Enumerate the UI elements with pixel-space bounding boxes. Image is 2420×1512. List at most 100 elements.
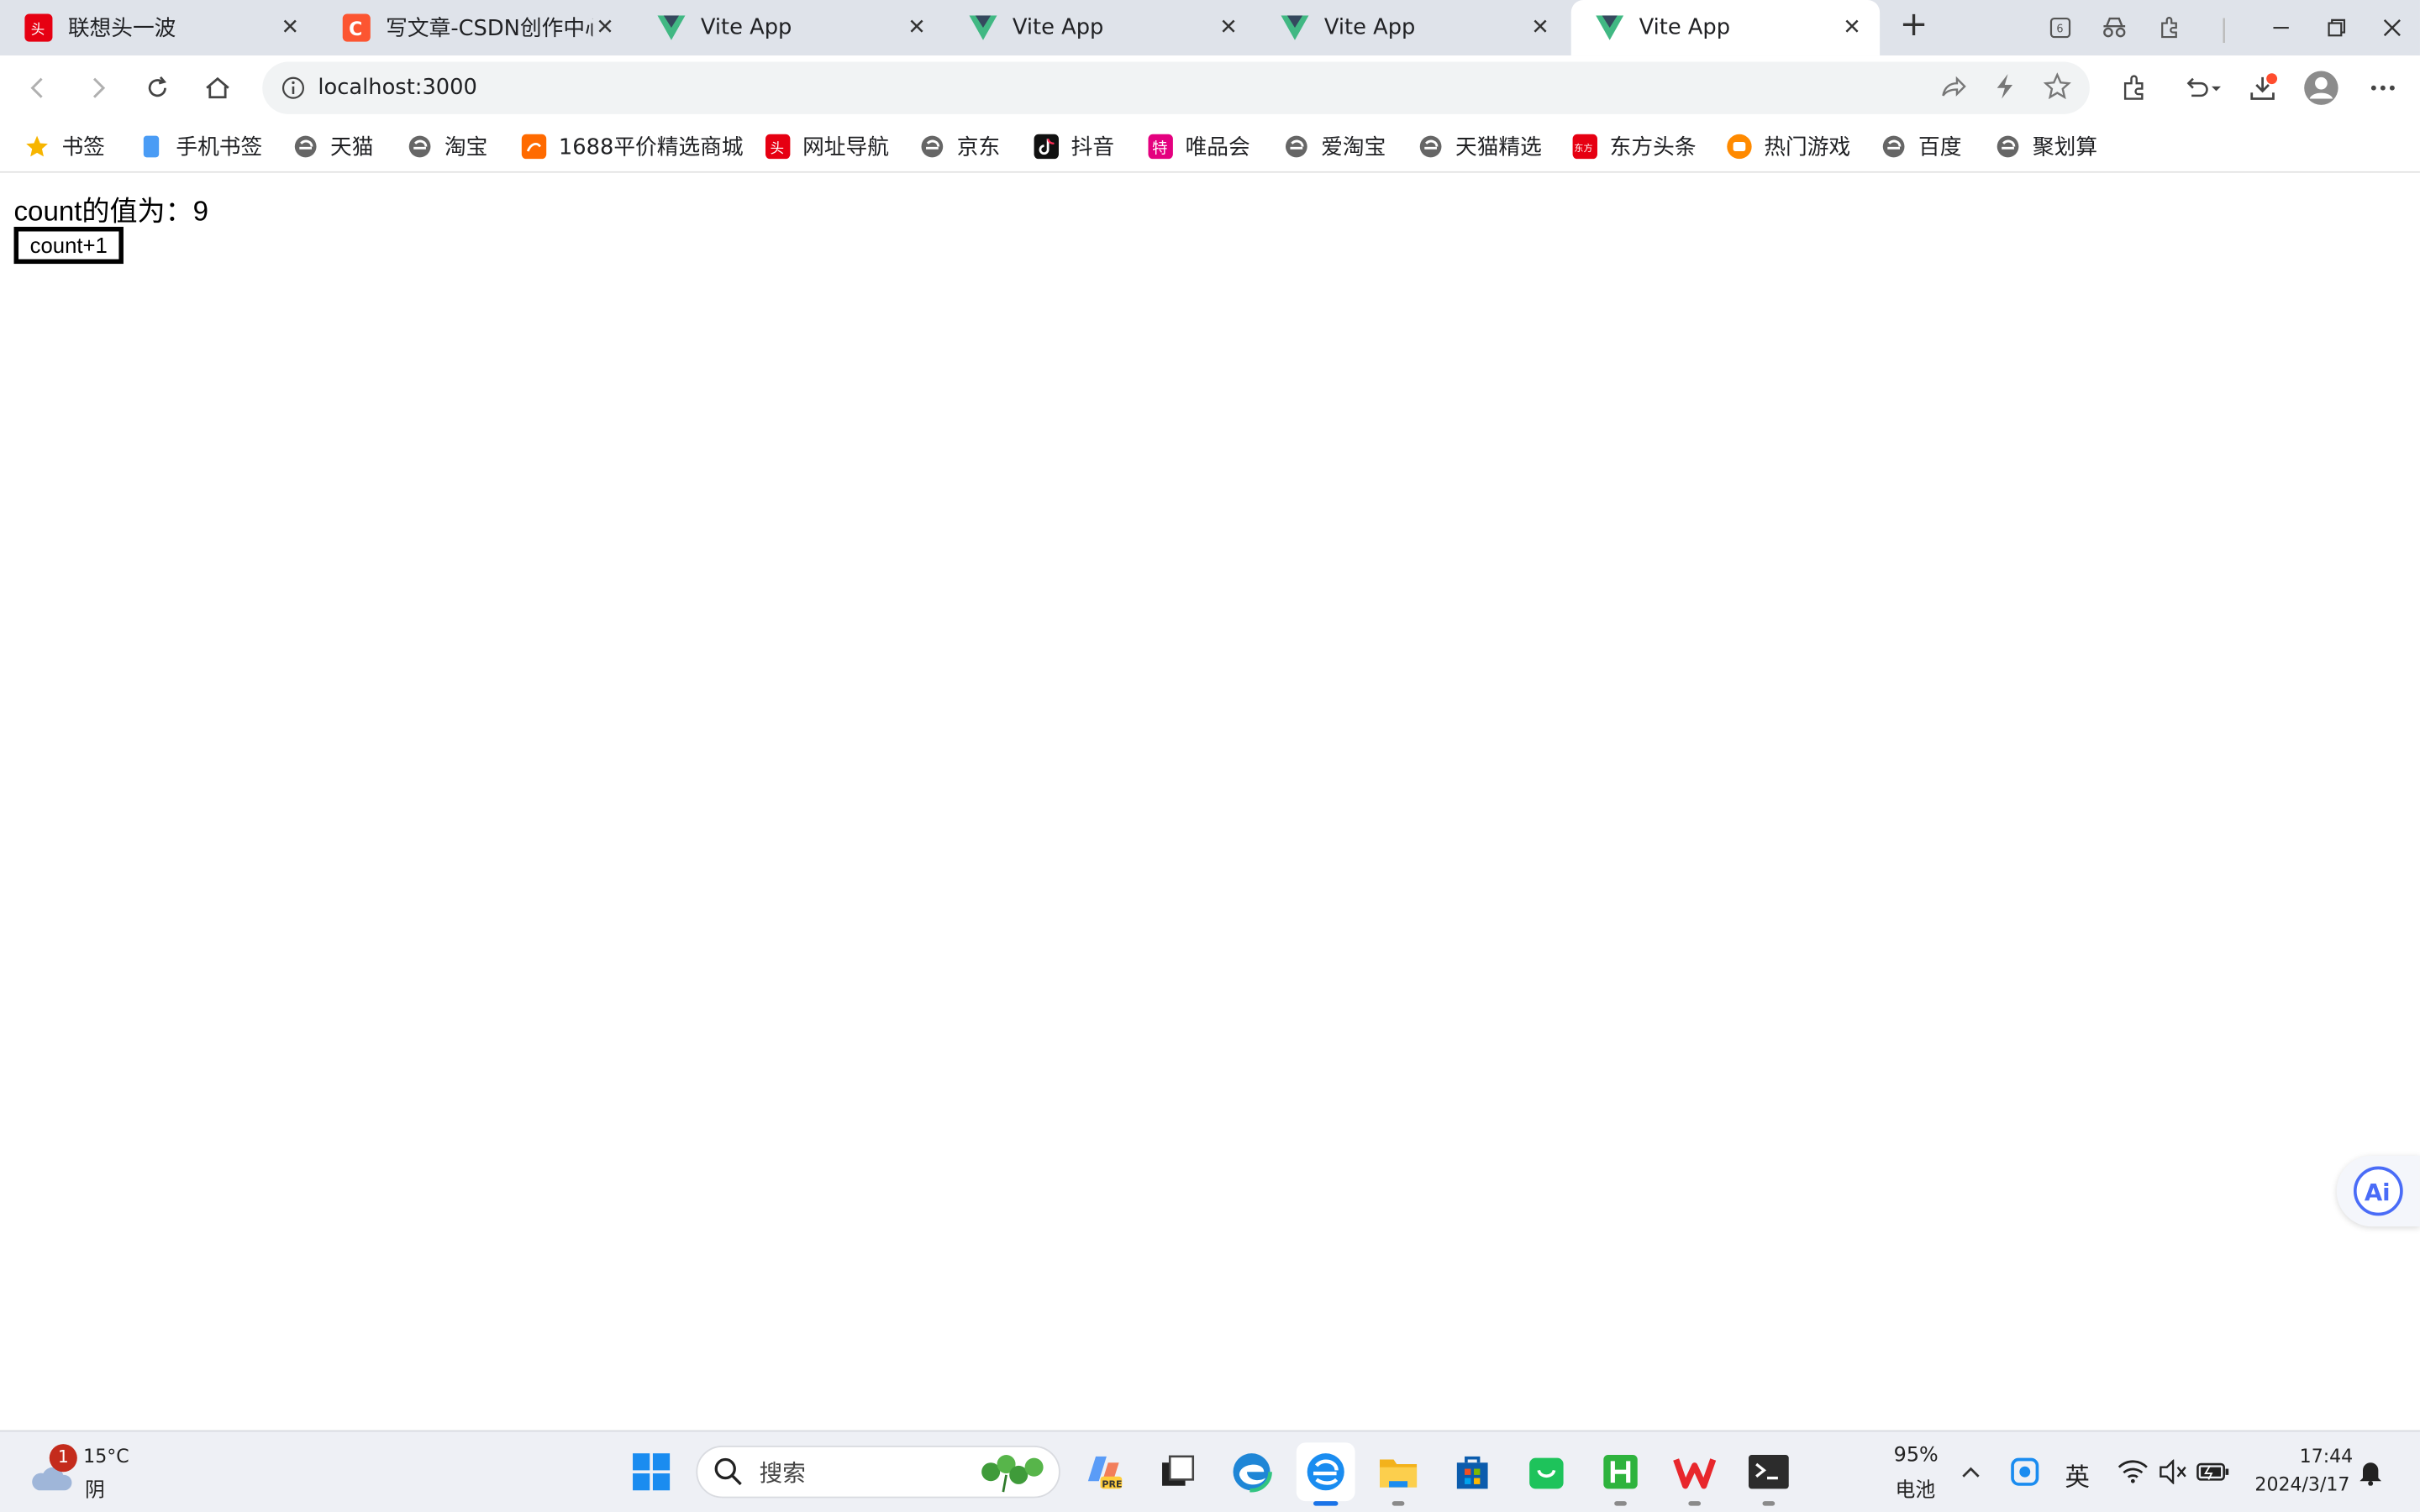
bookmark-item[interactable]: 百度 [1881, 129, 1961, 163]
bookmark-item[interactable]: 书签 [24, 129, 105, 163]
minimize-icon[interactable] [2260, 0, 2302, 55]
battery-label: 电池 [1895, 1479, 1936, 1503]
svg-text:PRE: PRE [1102, 1479, 1122, 1490]
close-icon[interactable]: ✕ [278, 15, 302, 39]
bookmark-item[interactable]: 手机书签 [139, 129, 262, 163]
bookmark-item[interactable]: 头 网址导航 [765, 129, 889, 163]
clock-time[interactable]: 17:44 [2300, 1446, 2354, 1467]
vip-icon: 特 [1148, 134, 1173, 160]
ime-indicator[interactable]: 英 [2065, 1457, 2090, 1494]
forward-arrow-icon[interactable] [77, 68, 118, 108]
running-indicator [1688, 1501, 1702, 1506]
avatar-icon[interactable] [2302, 68, 2342, 108]
clover-icon [981, 1455, 1044, 1493]
wps-icon[interactable] [1667, 1444, 1723, 1506]
close-icon[interactable]: ✕ [904, 15, 929, 39]
bookmark-item[interactable]: 热门游戏 [1727, 129, 1850, 163]
bookmark-item[interactable]: 1688平价精选商城 [521, 129, 744, 163]
edge-icon[interactable] [1224, 1444, 1280, 1499]
tab-title: Vite App [700, 15, 792, 40]
tab-title: Vite App [1639, 15, 1731, 40]
screen: 头 联想头一波 ✕ C 写文章-CSDN创作中心 ✕ Vite App ✕ Vi… [0, 0, 2420, 1512]
svg-text:Ai: Ai [2365, 1179, 2391, 1206]
home-icon[interactable] [197, 68, 238, 108]
file-explorer-icon[interactable] [1370, 1444, 1426, 1506]
bookmark-item[interactable]: 京东 [920, 129, 1000, 163]
shopping-bag-icon[interactable] [1518, 1444, 1574, 1499]
incognito-icon[interactable] [2093, 0, 2136, 55]
tab-vite-active[interactable]: Vite App ✕ [1570, 0, 1881, 56]
tab-lenovo[interactable]: 头 联想头一波 ✕ [0, 0, 318, 55]
download-icon[interactable] [2243, 68, 2283, 108]
task-view-icon[interactable] [1150, 1444, 1205, 1499]
tab-count-icon[interactable]: 6 [2040, 0, 2081, 55]
bell-icon[interactable] [2349, 1444, 2391, 1499]
site-info-icon[interactable] [281, 76, 305, 100]
page-content: count的值为：9 count+1 Ai [0, 174, 2420, 1431]
e-browser-taskbar-icon[interactable] [1296, 1442, 1355, 1506]
increment-button[interactable]: count+1 [13, 226, 124, 265]
bookmark-label: 天猫 [330, 135, 374, 161]
search-placeholder: 搜索 [759, 1458, 806, 1487]
back-arrow-icon[interactable] [18, 68, 59, 108]
terminal-icon[interactable] [1741, 1444, 1797, 1506]
hbuilder-icon[interactable] [1592, 1444, 1648, 1506]
taskbar-search[interactable]: 搜索 [696, 1445, 1060, 1499]
game-icon [1727, 134, 1752, 160]
copilot-icon[interactable]: PRE [1076, 1444, 1131, 1499]
share-icon[interactable] [1939, 72, 1970, 103]
svg-text:东方: 东方 [1574, 142, 1592, 154]
more-menu-icon[interactable] [2363, 68, 2403, 108]
tab-vite-1[interactable]: Vite App ✕ [633, 0, 944, 55]
bookmark-item[interactable]: 淘宝 [408, 129, 487, 163]
close-window-icon[interactable] [2370, 0, 2413, 55]
undo-menu-icon[interactable] [2176, 68, 2228, 108]
bookmark-item[interactable]: 东方 东方头条 [1572, 129, 1697, 163]
bookmark-label: 手机书签 [176, 135, 263, 161]
star-icon [24, 134, 49, 159]
running-indicator [1392, 1501, 1405, 1506]
tray-app-icon[interactable] [2003, 1444, 2046, 1499]
star-icon[interactable] [2043, 72, 2075, 103]
start-icon[interactable] [623, 1444, 679, 1499]
bookmark-item[interactable]: 天猫 [293, 129, 374, 163]
close-icon[interactable]: ✕ [1216, 15, 1240, 39]
svg-text:头: 头 [771, 140, 785, 156]
phone-icon [139, 134, 163, 159]
weather-widget[interactable]: 1 15°C 阴 [28, 1444, 151, 1503]
weather-temp: 15°C [83, 1445, 129, 1467]
lightning-icon[interactable] [1991, 72, 2022, 103]
extensions-icon[interactable] [2114, 68, 2154, 108]
bookmark-item[interactable]: 天猫精选 [1418, 129, 1542, 163]
tab-csdn[interactable]: C 写文章-CSDN创作中心 ✕ [318, 0, 633, 55]
tab-vite-3[interactable]: Vite App ✕ [1256, 0, 1568, 55]
lenovo-icon: 头 [24, 13, 53, 42]
search-icon [714, 1457, 742, 1486]
clock-date[interactable]: 2024/3/17 [2254, 1473, 2349, 1495]
bookmark-item[interactable]: 抖音 [1034, 129, 1114, 163]
close-icon[interactable]: ✕ [1839, 15, 1864, 39]
restore-icon[interactable] [2315, 0, 2358, 55]
close-icon[interactable]: ✕ [1528, 15, 1552, 39]
wifi-icon[interactable] [2112, 1444, 2154, 1499]
speaker-muted-icon[interactable] [2151, 1444, 2194, 1499]
chevron-up-icon[interactable] [1954, 1444, 1987, 1499]
ai-assistant-button[interactable]: Ai [2336, 1155, 2420, 1227]
bookmark-item[interactable]: 特 唯品会 [1148, 129, 1250, 163]
e-browser-icon [1418, 134, 1443, 159]
e-browser-icon [1996, 134, 2020, 159]
new-tab-button[interactable]: + [1895, 8, 1932, 46]
store-icon[interactable] [1444, 1444, 1500, 1499]
navigation-site-icon: 头 [765, 134, 791, 160]
battery-icon[interactable] [2191, 1444, 2234, 1499]
e-browser-icon [1881, 134, 1906, 159]
tab-vite-2[interactable]: Vite App ✕ [944, 0, 1256, 55]
bookmark-item[interactable]: 爱淘宝 [1284, 129, 1386, 163]
address-bar[interactable]: localhost:3000 [262, 61, 2090, 114]
bookmark-label: 东方头条 [1609, 135, 1697, 161]
bookmark-item[interactable]: 聚划算 [1996, 129, 2097, 163]
douyin-icon [1034, 134, 1059, 160]
close-icon[interactable]: ✕ [592, 15, 617, 39]
extension-icon[interactable] [2149, 0, 2191, 55]
reload-icon[interactable] [137, 68, 177, 108]
